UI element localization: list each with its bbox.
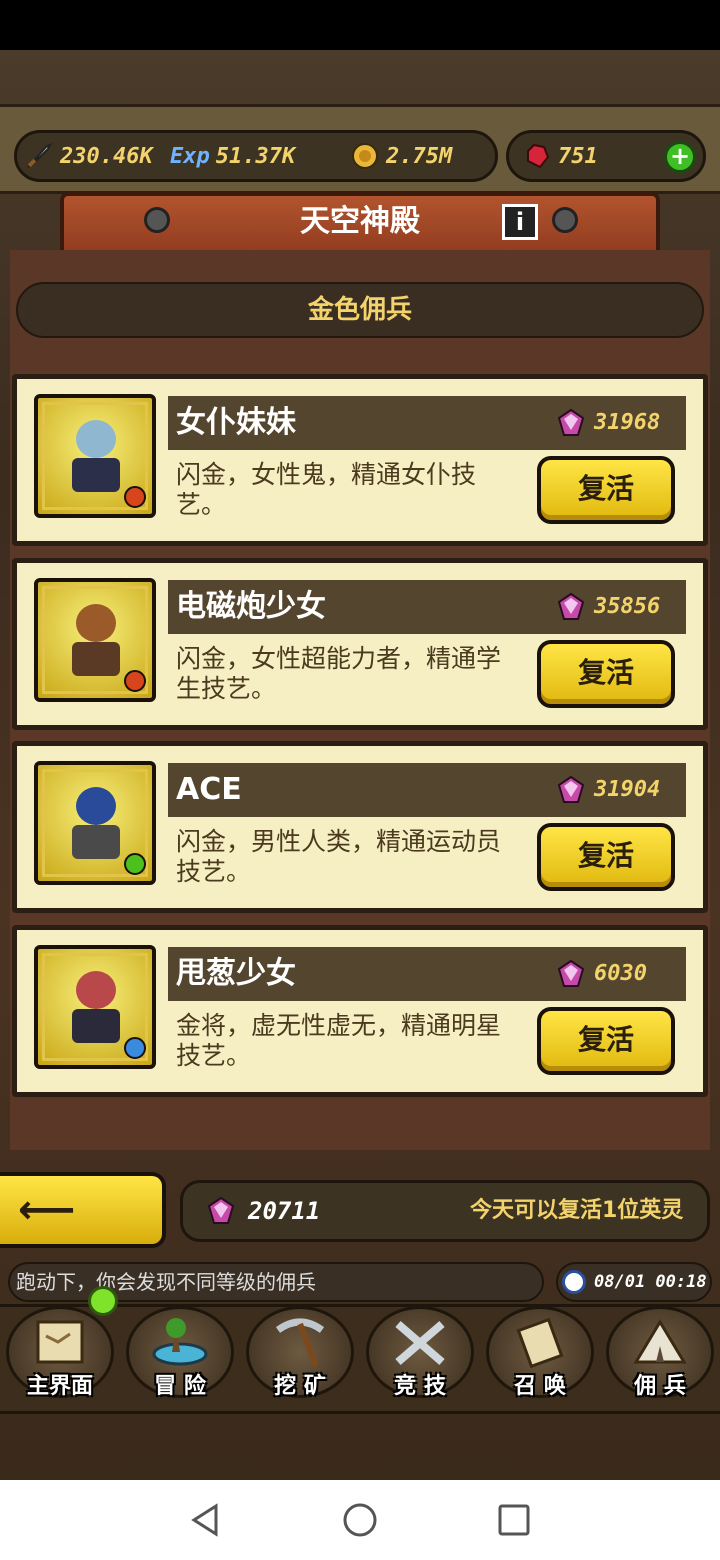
notification-dot <box>88 1286 118 1316</box>
system-nav-bar <box>0 1480 720 1560</box>
ruby-value: 751 <box>558 143 598 169</box>
nav-label: 挖 矿 <box>274 1374 326 1399</box>
revive-limit-note: 今天可以复活1位英灵 <box>470 1198 684 1223</box>
island-icon <box>152 1318 208 1366</box>
mercenary-name: 甩葱少女 <box>176 956 296 991</box>
class-badge-icon <box>124 670 146 692</box>
sword-icon <box>27 142 53 168</box>
mercenary-description: 闪金，女性超能力者，精通学生技艺。 <box>176 644 502 703</box>
mercenary-name: 电磁炮少女 <box>176 589 326 624</box>
mercenary-name: 女仆妹妹 <box>176 405 296 440</box>
mercenary-name: ACE <box>176 772 242 807</box>
mercenary-portrait[interactable] <box>34 945 156 1069</box>
nav-label: 竞 技 <box>394 1374 446 1399</box>
add-ruby-button[interactable]: + <box>664 141 696 173</box>
mercenary-portrait[interactable] <box>34 578 156 702</box>
mercenary-description: 闪金，女性鬼，精通女仆技艺。 <box>176 460 477 519</box>
attack-resource: 230.46K <box>24 138 153 174</box>
home-nav-icon[interactable] <box>342 1502 378 1538</box>
revive-cost: 31904 <box>594 777 661 802</box>
nav-item[interactable]: 冒 险 <box>120 1300 240 1404</box>
revive-button[interactable]: 复活 <box>537 823 675 891</box>
mercenary-description: 金将，虚无性虚无，精通明星技艺。 <box>176 1011 502 1070</box>
nav-item[interactable]: 挖 矿 <box>240 1300 360 1404</box>
character-sprite <box>76 604 116 642</box>
mercenary-portrait[interactable] <box>34 394 156 518</box>
crossed-swords-icon <box>395 1320 445 1366</box>
character-sprite <box>76 971 116 1009</box>
back-nav-icon[interactable] <box>188 1502 224 1538</box>
tent-icon <box>633 1319 687 1364</box>
ruby-resource: 751 <box>522 138 598 174</box>
attack-value: 230.46K <box>60 143 153 169</box>
nav-label: 冒 险 <box>154 1374 206 1399</box>
page-title: 天空神殿 <box>300 204 420 239</box>
recents-nav-icon[interactable] <box>496 1502 532 1538</box>
clock-icon <box>562 1270 586 1294</box>
gem-icon <box>557 775 585 803</box>
gem-icon <box>557 408 585 436</box>
gold-coin-icon <box>352 143 378 169</box>
revive-button[interactable]: 复活 <box>537 1007 675 1075</box>
back-button[interactable]: ⟵ <box>0 1172 166 1248</box>
gem-balance: 20711 <box>248 1197 321 1225</box>
nav-item[interactable]: 竞 技 <box>360 1300 480 1404</box>
revive-cost: 35856 <box>594 594 661 619</box>
nav-label: 佣 兵 <box>634 1374 686 1399</box>
mercenary-portrait[interactable] <box>34 761 156 885</box>
exp-resource: Exp 51.37K <box>170 138 295 174</box>
nav-item[interactable]: 召 唤 <box>480 1300 600 1404</box>
ruby-icon <box>527 143 550 169</box>
info-button[interactable]: i <box>502 204 538 240</box>
section-title: 金色佣兵 <box>307 295 412 325</box>
class-badge-icon <box>124 853 146 875</box>
character-sprite <box>76 420 116 458</box>
class-badge-icon <box>124 486 146 508</box>
revive-button[interactable]: 复活 <box>537 456 675 524</box>
mercenary-description: 闪金，男性人类，精通运动员技艺。 <box>176 827 502 886</box>
summon-scroll-icon <box>516 1317 564 1368</box>
scroll-map-icon <box>36 1320 84 1364</box>
revive-cost: 31968 <box>594 410 661 435</box>
nav-label: 召 唤 <box>514 1374 566 1399</box>
gold-value: 2.75M <box>386 143 453 169</box>
gem-icon <box>557 959 585 987</box>
revive-cost: 6030 <box>594 961 647 986</box>
character-sprite <box>76 787 116 825</box>
pickaxe-icon <box>275 1318 325 1368</box>
nav-item[interactable]: 佣 兵 <box>600 1300 720 1404</box>
clock-text: 08/01 00:18 <box>594 1272 707 1292</box>
gold-resource: 2.75M <box>350 138 452 174</box>
gem-icon <box>557 592 585 620</box>
back-arrow-icon: ⟵ <box>18 1187 76 1233</box>
exp-icon: Exp <box>170 143 210 169</box>
class-badge-icon <box>124 1037 146 1059</box>
exp-value: 51.37K <box>215 143 296 169</box>
revive-button[interactable]: 复活 <box>537 640 675 708</box>
nav-label: 主界面 <box>26 1374 93 1399</box>
gem-icon <box>207 1196 235 1224</box>
